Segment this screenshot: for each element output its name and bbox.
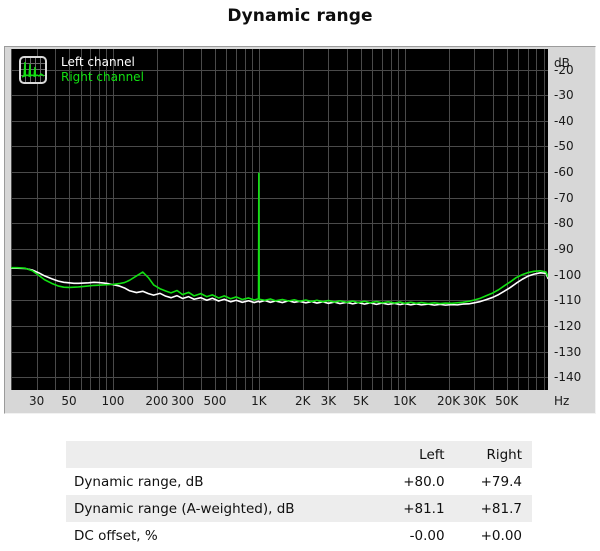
table-header-row: Left Right	[66, 441, 532, 468]
spectrum-plot-area[interactable]: Left channel Right channel	[11, 49, 548, 390]
row-right-value: +79.4	[480, 473, 522, 490]
x-tick-200: 200	[145, 394, 169, 408]
row-left-value: +80.0	[403, 473, 445, 490]
x-tick-10K: 10K	[393, 394, 417, 408]
table-row: Dynamic range (A-weighted), dB +81.1 +81.7	[66, 495, 532, 522]
y-tick--100: -100	[554, 267, 582, 282]
spectrum-plot-svg	[11, 49, 548, 390]
row-right-value: +0.00	[480, 527, 522, 544]
y-tick--120: -120	[554, 318, 582, 333]
x-tick-300: 300	[171, 394, 194, 408]
spectrum-chart-frame: Left channel Right channel dB -20 -30 -40 -5…	[4, 46, 596, 414]
table-row: Dynamic range, dB +80.0 +79.4	[66, 468, 532, 495]
x-tick-3K: 3K	[320, 394, 337, 408]
y-tick--140: -140	[554, 370, 582, 385]
header-metric	[66, 441, 377, 468]
row-right-value: +81.7	[480, 500, 522, 517]
x-tick-30: 30	[29, 394, 45, 408]
y-tick--40: -40	[554, 113, 574, 128]
table-row: DC offset, % -0.00 +0.00	[66, 522, 532, 549]
results-table-head: Left Right	[66, 441, 532, 468]
x-tick-5K: 5K	[353, 394, 369, 408]
results-table-body: Dynamic range, dB +80.0 +79.4 Dynamic range…	[66, 468, 532, 549]
x-axis-labels: 30 50 100 200 300 500 1K 2K 3K 5K 10K 20K 30K 50K Hz	[5, 391, 597, 413]
y-tick--130: -130	[554, 344, 582, 359]
row-label: DC offset, %	[74, 527, 158, 544]
x-tick-50: 50	[61, 394, 77, 408]
y-axis-labels: dB -20 -30 -40 -50 -60 -70 -80 -90 -100 -110 -120 -1…	[551, 49, 595, 390]
y-tick--90: -90	[554, 241, 574, 256]
x-tick-100: 100	[101, 394, 125, 408]
y-tick--20: -20	[554, 62, 574, 77]
x-tick-2K: 2K	[294, 394, 311, 408]
y-tick--60: -60	[554, 165, 574, 180]
y-tick--50: -50	[554, 139, 574, 154]
row-left-value: -0.00	[409, 527, 445, 544]
y-tick--110: -110	[554, 293, 582, 308]
y-tick--80: -80	[554, 216, 574, 231]
series-right	[11, 172, 548, 305]
header-right: Right	[486, 446, 522, 463]
row-left-value: +81.1	[403, 500, 445, 517]
results-table-container: Left Right Dynamic range, dB +80.0 +79.4 Dy…	[66, 441, 532, 549]
results-table: Left Right Dynamic range, dB +80.0 +79.4 Dy…	[66, 441, 532, 549]
y-tick--30: -30	[554, 88, 574, 103]
header-left: Left	[419, 446, 445, 463]
y-tick--70: -70	[554, 190, 574, 205]
x-tick-30K: 30K	[462, 394, 486, 408]
row-label: Dynamic range (A-weighted), dB	[74, 500, 295, 517]
x-tick-500: 500	[203, 394, 227, 408]
x-tick-50K: 50K	[495, 394, 519, 408]
x-axis-unit: Hz	[554, 394, 570, 408]
page-title: Dynamic range	[227, 6, 373, 26]
x-tick-1K: 1K	[251, 394, 267, 408]
row-label: Dynamic range, dB	[74, 473, 204, 490]
x-tick-20K: 20K	[437, 394, 461, 408]
